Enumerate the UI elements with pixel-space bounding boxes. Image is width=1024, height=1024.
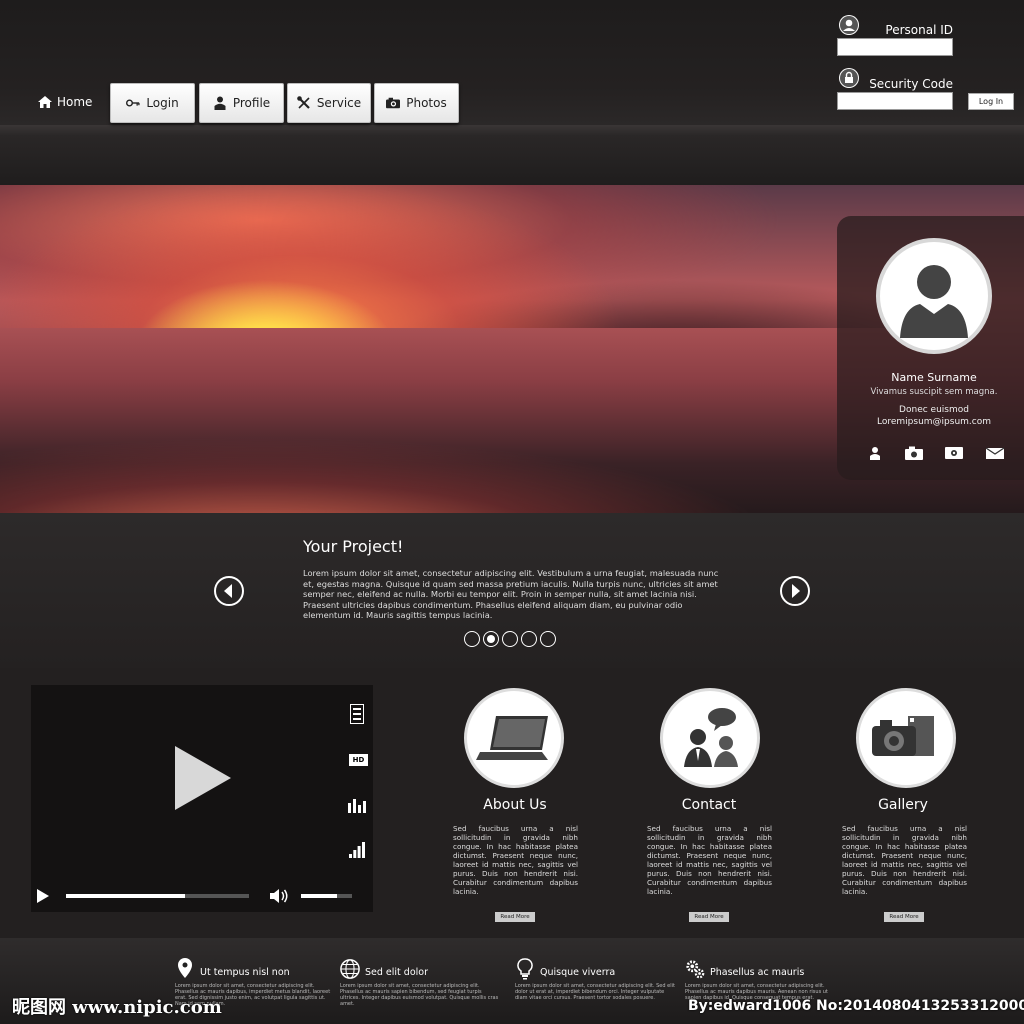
profile-email[interactable]: Loremipsum@ipsum.com bbox=[837, 417, 1024, 427]
people-chat-icon bbox=[660, 688, 760, 788]
contact-read-more-button[interactable]: Read More bbox=[689, 912, 729, 922]
footer-text: Lorem ipsum dolor sit amet, consectetur … bbox=[515, 983, 675, 1001]
log-in-button[interactable]: Log In bbox=[968, 93, 1014, 110]
nav-login-label: Login bbox=[146, 96, 179, 110]
laptop-icon bbox=[464, 688, 564, 788]
slide-dot[interactable] bbox=[502, 631, 518, 647]
slide-dot[interactable] bbox=[540, 631, 556, 647]
volume-slider[interactable] bbox=[301, 894, 352, 898]
nav-login-button[interactable]: Login bbox=[110, 83, 195, 123]
footer-title: Quisque viverra bbox=[540, 967, 616, 978]
about-us-text: Sed faucibus urna a nisl sollicitudin in… bbox=[453, 824, 578, 896]
contact-title: Contact bbox=[681, 797, 737, 813]
project-body: Lorem ipsum dolor sit amet, consectetur … bbox=[303, 568, 719, 620]
footer-item: Quisque viverra Lorem ipsum dolor sit am… bbox=[515, 958, 675, 1001]
nav-photos-button[interactable]: Photos bbox=[374, 83, 459, 123]
personal-id-label: Personal ID bbox=[885, 23, 953, 37]
key-icon bbox=[126, 96, 140, 110]
watermark-left: 昵图网 www.nipic.com bbox=[12, 997, 222, 1018]
person-icon bbox=[213, 96, 227, 110]
footer-title: Ut tempus nisl non bbox=[200, 967, 290, 978]
gallery-text: Sed faucibus urna a nisl sollicitudin in… bbox=[842, 824, 967, 896]
nav-home[interactable]: Home bbox=[38, 95, 92, 109]
globe-icon bbox=[340, 959, 360, 979]
slide-dot[interactable] bbox=[483, 631, 499, 647]
prev-arrow-button[interactable] bbox=[214, 576, 244, 606]
equalizer-icon[interactable] bbox=[347, 795, 367, 815]
arrow-right-icon bbox=[792, 584, 800, 598]
user-icon bbox=[839, 15, 859, 35]
nav-profile-button[interactable]: Profile bbox=[199, 83, 284, 123]
nav-service-label: Service bbox=[316, 96, 362, 110]
header-strip bbox=[0, 125, 1024, 185]
map-pin-icon bbox=[178, 958, 192, 978]
volume-fill bbox=[301, 894, 337, 898]
gallery-read-more-button[interactable]: Read More bbox=[884, 912, 924, 922]
play-large-icon[interactable] bbox=[175, 746, 231, 810]
hd-icon[interactable]: HD bbox=[349, 754, 368, 766]
video-progress-fill bbox=[66, 894, 185, 898]
profile-mail-icon[interactable] bbox=[985, 446, 1004, 460]
profile-tagline: Vivamus suscipit sem magna. bbox=[870, 387, 998, 397]
play-small-icon[interactable] bbox=[36, 889, 50, 903]
camera-icon bbox=[386, 96, 401, 110]
profile-person-icon[interactable] bbox=[868, 446, 882, 460]
profile-video-icon[interactable] bbox=[945, 446, 964, 460]
profile-line1: Donec euismod bbox=[899, 405, 969, 415]
about-us-read-more-button[interactable]: Read More bbox=[495, 912, 535, 922]
security-code-input[interactable] bbox=[837, 92, 953, 110]
profile-camera-icon[interactable] bbox=[904, 446, 923, 460]
footer-item: Phasellus ac mauris Lorem ipsum dolor si… bbox=[685, 958, 845, 1001]
slide-dot[interactable] bbox=[521, 631, 537, 647]
nav-service-button[interactable]: Service bbox=[287, 83, 371, 123]
project-title: Your Project! bbox=[303, 537, 404, 556]
footer-text: Lorem ipsum dolor sit amet, consectetur … bbox=[340, 983, 499, 1007]
slide-dot[interactable] bbox=[464, 631, 480, 647]
gears-icon bbox=[686, 960, 705, 979]
video-progress-bar[interactable] bbox=[66, 894, 249, 898]
camera-film-icon bbox=[856, 688, 956, 788]
footer-title: Phasellus ac mauris bbox=[710, 967, 805, 978]
nav-photos-label: Photos bbox=[406, 96, 447, 110]
profile-name: Name Surname bbox=[891, 371, 977, 384]
lightbulb-icon bbox=[517, 958, 533, 980]
playlist-icon[interactable] bbox=[347, 704, 367, 724]
footer-item: Sed elit dolor Lorem ipsum dolor sit ame… bbox=[340, 958, 500, 1007]
footer-title: Sed elit dolor bbox=[365, 967, 428, 978]
gallery-title: Gallery bbox=[878, 797, 928, 813]
lock-icon bbox=[839, 68, 859, 88]
nav-home-label: Home bbox=[57, 95, 93, 109]
arrow-left-icon bbox=[224, 584, 232, 598]
next-arrow-button[interactable] bbox=[780, 576, 810, 606]
security-code-label: Security Code bbox=[869, 77, 953, 91]
home-icon bbox=[38, 96, 52, 108]
watermark-right: By:edward1006 No:20140804132533120000 bbox=[688, 998, 1024, 1014]
volume-icon[interactable] bbox=[270, 888, 290, 904]
profile-social-icons bbox=[868, 446, 1004, 460]
nav-profile-label: Profile bbox=[232, 96, 271, 110]
personal-id-input[interactable] bbox=[837, 38, 953, 56]
tools-icon bbox=[297, 96, 311, 110]
about-us-title: About Us bbox=[483, 797, 547, 813]
avatar-icon bbox=[876, 238, 992, 354]
contact-text: Sed faucibus urna a nisl sollicitudin in… bbox=[647, 824, 772, 896]
slide-pagination bbox=[464, 631, 556, 647]
signal-bars-icon[interactable] bbox=[347, 840, 367, 860]
